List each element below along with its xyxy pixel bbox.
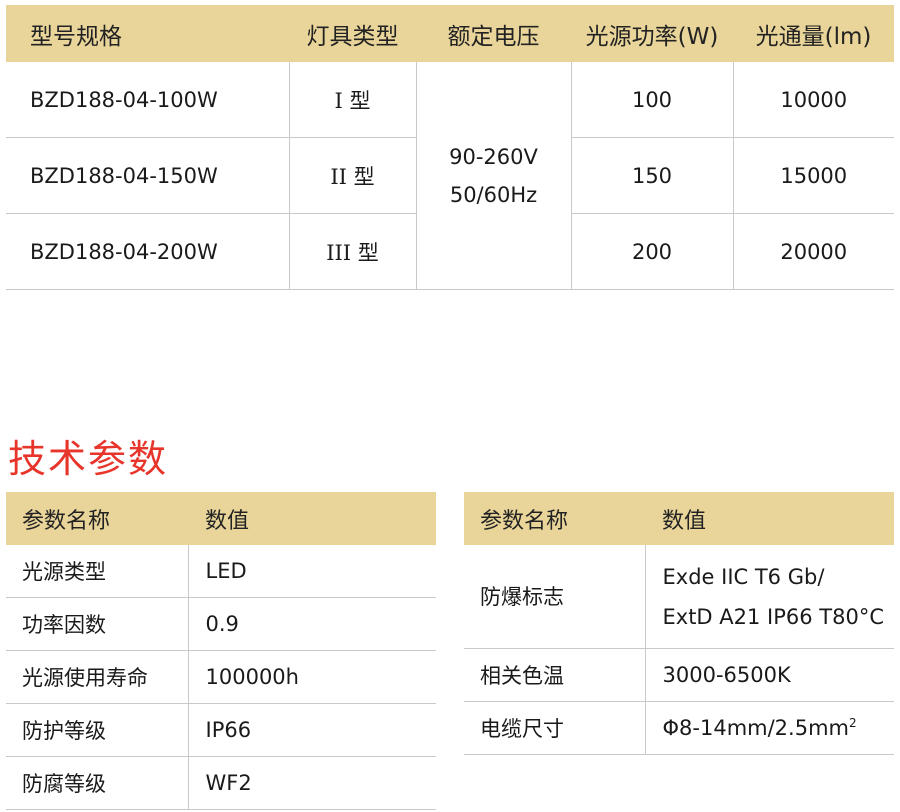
model-cell: BZD188-04-150W bbox=[6, 137, 289, 214]
param-value: 3000-6500K bbox=[644, 648, 894, 702]
param-name: 功率因数 bbox=[6, 597, 188, 651]
param-name: 防腐等级 bbox=[6, 756, 188, 810]
type-numeral: I bbox=[334, 88, 343, 113]
param-value: Φ8-14mm/2.5mm2 bbox=[644, 701, 894, 755]
power-cell: 200 bbox=[571, 213, 733, 290]
table-row: 相关色温 3000-6500K bbox=[464, 648, 894, 702]
type-suffix: 型 bbox=[349, 88, 371, 113]
power-cell: 150 bbox=[571, 137, 733, 214]
header-model: 型号规格 bbox=[30, 23, 122, 50]
param-value: IP66 bbox=[187, 703, 436, 757]
cable-size: Φ8-14mm/2.5mm bbox=[662, 716, 850, 740]
model-cell: BZD188-04-200W bbox=[6, 213, 289, 290]
params-table-right: 参数名称 数值 防爆标志 Exde IIC T6 Gb/ExtD A21 IP6… bbox=[464, 492, 894, 755]
section-title: 技术参数 bbox=[8, 437, 169, 481]
table-row: 电缆尺寸 Φ8-14mm/2.5mm2 bbox=[464, 701, 894, 755]
param-value: Exde IIC T6 Gb/ExtD A21 IP66 T80°C bbox=[644, 545, 894, 649]
params-left-header-row: 参数名称 数值 bbox=[6, 492, 436, 545]
table-row: 功率因数 0.9 bbox=[6, 597, 436, 651]
param-name: 电缆尺寸 bbox=[464, 701, 645, 755]
flux-cell: 20000 bbox=[732, 213, 894, 290]
rated-voltage-cell: 90-260V 50/60Hz bbox=[415, 62, 572, 290]
table-row: BZD188-04-100W I 型 90-260V 50/60Hz 100 10… bbox=[6, 62, 894, 290]
header-luminous-flux: 光通量(lm) bbox=[755, 23, 872, 50]
table-row: 防护等级 IP66 bbox=[6, 703, 436, 757]
header-param-name: 参数名称 bbox=[22, 508, 111, 534]
param-value: 100000h bbox=[187, 650, 436, 704]
explosion-mark-line1: Exde IIC T6 Gb/ bbox=[662, 564, 825, 589]
voltage-range: 90-260V bbox=[449, 144, 538, 169]
cable-size-superscript: 2 bbox=[849, 716, 857, 730]
header-param-name: 参数名称 bbox=[480, 508, 569, 534]
param-name: 相关色温 bbox=[464, 648, 645, 702]
header-power: 光源功率(W) bbox=[585, 23, 719, 50]
model-spec-table: 型号规格 灯具类型 额定电压 光源功率(W) 光通量(lm) BZD188-04… bbox=[6, 5, 894, 290]
model-cell: BZD188-04-100W bbox=[6, 62, 289, 138]
param-name: 光源类型 bbox=[6, 545, 188, 598]
type-numeral: II bbox=[330, 164, 347, 189]
param-name: 防护等级 bbox=[6, 703, 188, 757]
table-row: 防爆标志 Exde IIC T6 Gb/ExtD A21 IP66 T80°C bbox=[464, 545, 894, 649]
table-row: 防腐等级 WF2 bbox=[6, 756, 436, 810]
header-param-value: 数值 bbox=[205, 508, 250, 534]
header-fixture-type: 灯具类型 bbox=[306, 23, 399, 50]
fixture-type-cell: I 型 bbox=[288, 62, 416, 138]
type-numeral: III bbox=[326, 240, 352, 265]
param-value: WF2 bbox=[187, 756, 436, 810]
param-value: 0.9 bbox=[187, 597, 436, 651]
type-suffix: 型 bbox=[357, 240, 379, 265]
type-suffix: 型 bbox=[353, 164, 375, 189]
model-table-header-row: 型号规格 灯具类型 额定电压 光源功率(W) 光通量(lm) bbox=[6, 5, 894, 62]
flux-cell: 10000 bbox=[732, 62, 894, 138]
fixture-type-cell: III 型 bbox=[288, 213, 416, 290]
params-right-header-row: 参数名称 数值 bbox=[464, 492, 894, 545]
table-row: 光源使用寿命 100000h bbox=[6, 650, 436, 704]
params-table-left: 参数名称 数值 光源类型 LED 功率因数 0.9 光源使用寿命 100000h… bbox=[6, 492, 436, 810]
power-cell: 100 bbox=[571, 62, 733, 138]
param-name: 光源使用寿命 bbox=[6, 650, 188, 704]
fixture-type-cell: II 型 bbox=[288, 137, 416, 214]
header-param-value: 数值 bbox=[662, 508, 707, 534]
flux-cell: 15000 bbox=[732, 137, 894, 214]
header-rated-voltage: 额定电压 bbox=[447, 23, 540, 50]
voltage-frequency: 50/60Hz bbox=[449, 182, 538, 207]
table-row: 光源类型 LED bbox=[6, 545, 436, 598]
param-value: LED bbox=[187, 545, 436, 598]
explosion-mark-line2: ExtD A21 IP66 T80°C bbox=[662, 604, 885, 629]
param-name: 防爆标志 bbox=[464, 545, 645, 649]
